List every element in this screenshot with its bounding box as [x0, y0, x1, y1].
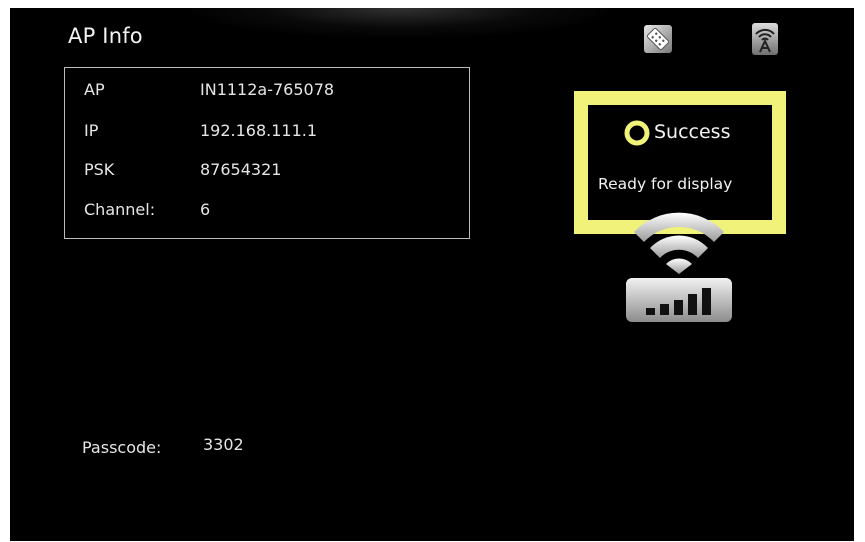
wifi-signal-icon [628, 202, 730, 274]
psk-value: 87654321 [200, 160, 282, 179]
ap-value: IN1112a-765078 [200, 80, 335, 99]
channel-value: 6 [200, 200, 211, 219]
router-signal-strength-icon [624, 276, 734, 324]
tv-screen: AP Info AP IN1112a-765078 IP 192.168.111… [10, 8, 854, 541]
top-glow [190, 8, 610, 38]
ap-label: AP [84, 80, 105, 99]
channel-row: Channel: 6 [65, 200, 469, 226]
ap-info-panel: AP IN1112a-765078 IP 192.168.111.1 PSK 8… [64, 67, 470, 239]
channel-label: Channel: [84, 200, 156, 219]
wifi-antenna-icon[interactable] [751, 22, 779, 56]
psk-label: PSK [84, 160, 115, 179]
passcode-value: 3302 [203, 435, 244, 454]
status-title: Success [654, 121, 731, 143]
page-title: AP Info [68, 24, 143, 48]
psk-row: PSK 87654321 [65, 160, 469, 186]
ap-row: AP IN1112a-765078 [65, 80, 469, 106]
status-subtitle: Ready for display [598, 175, 733, 193]
passcode-label: Passcode: [82, 438, 162, 457]
ip-row: IP 192.168.111.1 [65, 121, 469, 147]
remote-control-icon[interactable] [643, 24, 673, 54]
status-ring-icon [624, 120, 650, 146]
ip-value: 192.168.111.1 [200, 121, 318, 140]
ip-label: IP [84, 121, 99, 140]
